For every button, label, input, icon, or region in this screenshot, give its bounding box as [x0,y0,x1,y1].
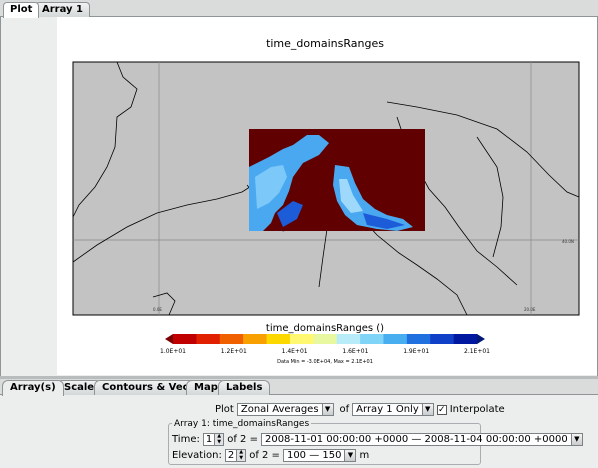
colorbar-swatch [406,334,431,344]
time-row: Time: 1 ▲ ▼ of 2 = 2008-11-01 00:00:00 +00… [172,433,583,446]
plot-type-select[interactable]: Zonal Averages ▼ [236,403,334,416]
elevation-unit: m [359,450,370,461]
colorbar-tick-label: 1.6E+01 [342,348,368,355]
tab-arrays[interactable]: Array(s) [2,380,64,396]
colorbar-swatch [219,334,244,344]
array-select[interactable]: Array 1 Only ▼ [352,403,434,416]
colorbar-tick-label: 1.9E+01 [403,348,429,355]
elevation-range-select[interactable]: 100 — 150 ▼ [282,449,357,462]
arrays-panel: Plot Zonal Averages ▼ of Array 1 Only ▼ ✓ … [0,395,598,468]
elevation-stepper[interactable]: 2 ▲ ▼ [224,449,247,462]
of-label: of [339,404,350,415]
tab-array-1[interactable]: Array 1 [35,2,91,17]
colorbar-swatch [430,334,454,344]
plot-canvas: time_domainsRanges 40.0N 0.0E 20.0E time… [72,37,580,365]
colorbar-title: time_domainsRanges () [266,323,384,334]
interpolate-label: Interpolate [449,404,505,415]
plot-row: Plot Zonal Averages ▼ of Array 1 Only ▼ ✓ … [215,403,505,416]
time-stepper[interactable]: 1 ▲ ▼ [202,433,225,446]
data-range-text: Data Min = -3.0E+04, Max = 2.1E+01 [277,359,373,365]
lat-label: 40.0N [562,239,574,244]
time-range-select[interactable]: 2008-11-01 00:00:00 +0000 — 2008-11-04 0… [260,433,583,446]
colorbar-arrow-right [477,334,485,344]
time-of-label: of 2 = [227,434,258,445]
lon-label-right: 20.0E [524,307,536,312]
elevation-of-label: of 2 = [249,450,280,461]
top-tab-strip: Plot Array 1 [0,0,598,18]
chevron-down-icon: ▼ [421,404,433,415]
time-label: Time: [172,434,200,445]
colorbar-swatch [266,334,291,344]
chevron-down-icon: ▼ [321,404,333,415]
colorbar-swatch [289,334,314,344]
data-field [249,129,425,231]
elevation-label: Elevation: [172,450,222,461]
colorbar-tick-label: 1.0E+01 [160,348,186,355]
colorbar-swatch [336,334,361,344]
tab-plot[interactable]: Plot [3,2,40,18]
plot-card: time_domainsRanges 40.0N 0.0E 20.0E time… [57,17,597,375]
plot-area: time_domainsRanges 40.0N 0.0E 20.0E time… [0,17,598,378]
colorbar-swatch [196,334,221,344]
elevation-row: Elevation: 2 ▲ ▼ of 2 = 100 — 150 ▼ m [172,449,369,462]
colorbar-swatch [243,334,267,344]
colorbar-arrow-left [165,334,173,344]
colorbar [173,334,478,344]
plot-title: time_domainsRanges [266,37,384,50]
interpolate-checkbox[interactable]: ✓ [436,404,447,415]
lon-label-left: 0.0E [153,307,162,312]
tab-labels[interactable]: Labels [218,380,271,395]
colorbar-tick-label: 1.4E+01 [282,348,308,355]
bottom-tab-strip: Array(s) Scale Contours & Vectors Map La… [0,379,598,396]
colorbar-swatch [453,334,478,344]
chevron-down-icon: ▼ [344,450,356,461]
chevron-down-icon: ▼ [570,434,582,445]
plot-label: Plot [215,404,234,415]
colorbar-swatch [313,334,337,344]
colorbar-tick-label: 2.1E+01 [464,348,490,355]
colorbar-tick-label: 1.2E+01 [221,348,247,355]
colorbar-ticks: 1.0E+01 1.2E+01 1.4E+01 1.6E+01 1.9E+01 2.1E+… [160,348,490,355]
array-group-title: Array 1: time_domainsRanges [172,419,312,429]
colorbar-swatch [360,334,384,344]
colorbar-swatch [383,334,408,344]
colorbar-swatch [173,334,197,344]
